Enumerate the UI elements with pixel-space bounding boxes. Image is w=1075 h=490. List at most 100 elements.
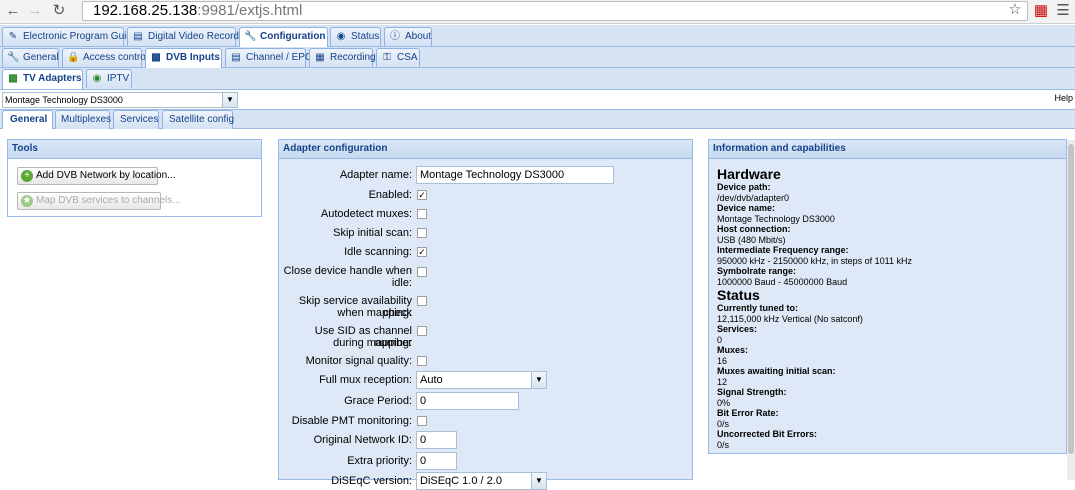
- sr-range-label: Symbolrate range:: [717, 266, 797, 276]
- chevron-down-icon[interactable]: ▼: [531, 372, 546, 388]
- tab-label: CSA: [397, 52, 418, 63]
- tab-label: Satellite config: [169, 114, 235, 125]
- adapter-name-input[interactable]: Montage Technology DS3000: [416, 166, 614, 184]
- menu-icon[interactable]: ☰: [1054, 2, 1072, 20]
- tab-access-control[interactable]: 🔒 Access control: [62, 48, 148, 67]
- url-host: 192.168.25.138: [93, 2, 198, 19]
- grace-period-input[interactable]: 0: [416, 392, 519, 410]
- signal-value: 0%: [717, 398, 731, 408]
- sr-range-value: 1000000 Baud - 45000000 Baud: [717, 277, 848, 287]
- add-dvb-network-button[interactable]: + Add DVB Network by location...: [17, 167, 176, 185]
- reload-icon[interactable]: ↻: [50, 2, 68, 20]
- unc-value: 0/s: [717, 440, 730, 450]
- device-path-value: /dev/dvb/adapter0: [717, 193, 790, 203]
- main-tab-bar: ✎ Electronic Program Guide ▤ Digital Video…: [0, 25, 1075, 47]
- close-handle-label-2: idle:: [391, 277, 412, 289]
- tab-adapter-general[interactable]: General: [2, 110, 53, 129]
- tab-about[interactable]: ⓘ About: [384, 27, 432, 46]
- tab-label: About: [405, 31, 432, 42]
- help-link[interactable]: Help: [1054, 93, 1073, 103]
- monitor-label: Monitor signal quality:: [305, 355, 412, 367]
- extra-priority-input[interactable]: 0: [416, 452, 457, 470]
- full-mux-select[interactable]: Auto ▼: [416, 371, 547, 389]
- signal-label: Signal Strength:: [717, 387, 787, 397]
- tab-label: Channel / EPG: [246, 52, 313, 63]
- muxes-label: Muxes:: [717, 345, 749, 355]
- button-label: Map DVB services to channels...: [36, 195, 181, 206]
- tab-label: Multiplexes: [61, 114, 112, 125]
- full-mux-value: Auto: [420, 374, 443, 386]
- tools-title: Tools: [8, 140, 261, 159]
- tab-dvr[interactable]: ▤ Digital Video Recorder: [127, 27, 248, 46]
- hardware-heading: Hardware: [717, 166, 781, 182]
- chevron-down-icon[interactable]: ▼: [222, 93, 237, 107]
- host-conn-value: USB (480 Mbit/s): [717, 235, 786, 245]
- device-path-label: Device path:: [717, 182, 771, 192]
- tab-label: Digital Video Recorder: [148, 31, 248, 42]
- skip-scan-checkbox[interactable]: [417, 228, 427, 238]
- use-sid-checkbox[interactable]: [417, 326, 427, 336]
- tab-label: Recording: [330, 52, 376, 63]
- ber-value: 0/s: [717, 419, 730, 429]
- scrollbar-thumb[interactable]: [1068, 144, 1074, 454]
- tools-panel: Tools + Add DVB Network by location... ★ M…: [7, 139, 262, 217]
- diseqc-select[interactable]: DiSEqC 1.0 / 2.0 ▼: [416, 472, 547, 490]
- onid-input[interactable]: 0: [416, 431, 457, 449]
- tab-label: Services: [120, 114, 159, 125]
- key-icon: ⚿: [383, 52, 391, 63]
- iptv-icon: ◉: [92, 73, 102, 84]
- tab-channel-epg[interactable]: ▤ Channel / EPG: [225, 48, 313, 67]
- page-scrollbar[interactable]: [1067, 140, 1075, 480]
- tab-label: Electronic Program Guide: [23, 31, 138, 42]
- tab-iptv[interactable]: ◉ IPTV: [86, 69, 132, 88]
- tab-configuration[interactable]: 🔧 Configuration: [239, 27, 328, 47]
- skip-avail-label-2: when mapping:: [337, 307, 412, 319]
- url-path: :9981/extjs.html: [197, 2, 303, 19]
- unc-label: Uncorrected Bit Errors:: [717, 429, 818, 439]
- tab-general[interactable]: 🔧 General: [2, 48, 59, 67]
- tab-multiplexes[interactable]: Multiplexes: [55, 110, 112, 129]
- wrench-icon: 🔧: [7, 52, 20, 63]
- address-bar[interactable]: 192.168.25.138:9981/extjs.html: [82, 1, 1028, 21]
- autodetect-checkbox[interactable]: [417, 209, 427, 219]
- awaiting-value: 12: [717, 377, 728, 387]
- skip-avail-checkbox[interactable]: [417, 296, 427, 306]
- tuned-value: 12,115,000 kHz Vertical (No satconf): [717, 314, 863, 324]
- map-services-button[interactable]: ★ Map DVB services to channels...: [17, 192, 181, 210]
- tab-label: DVB Inputs: [166, 52, 220, 63]
- tab-recording[interactable]: ▦ Recording: [309, 48, 376, 67]
- idle-scan-checkbox[interactable]: ✓: [417, 247, 427, 257]
- tab-status[interactable]: ◉ Status: [330, 27, 381, 46]
- back-arrow-icon[interactable]: ←: [4, 2, 22, 20]
- star-icon[interactable]: ☆: [1006, 1, 1024, 19]
- forward-arrow-icon[interactable]: →: [26, 2, 44, 20]
- disable-pmt-checkbox[interactable]: [417, 416, 427, 426]
- adapter-name-label: Adapter name:: [339, 169, 412, 181]
- tab-label: TV Adapters: [23, 73, 82, 84]
- adapter-config-title: Adapter configuration: [279, 140, 692, 159]
- diseqc-label: DiSEqC version:: [331, 475, 412, 487]
- tab-epg[interactable]: ✎ Electronic Program Guide: [2, 27, 138, 46]
- tab-csa[interactable]: ⚿ CSA: [376, 48, 420, 67]
- dvb-icon: ▩: [151, 52, 161, 63]
- skip-scan-label: Skip initial scan:: [333, 227, 412, 239]
- adapter-select-value: Montage Technology DS3000: [5, 95, 123, 105]
- browser-toolbar: ← → ↻ 192.168.25.138:9981/extjs.html ☆ ▦…: [0, 0, 1075, 24]
- tab-dvb-inputs[interactable]: ▩ DVB Inputs: [145, 48, 222, 68]
- enabled-label: Enabled:: [368, 189, 412, 201]
- pdf-extension-icon[interactable]: ▦: [1032, 2, 1050, 20]
- tab-services[interactable]: Services: [113, 110, 159, 129]
- monitor-checkbox[interactable]: [417, 356, 427, 366]
- idle-scan-label: Idle scanning:: [344, 246, 412, 258]
- adapter-select[interactable]: Montage Technology DS3000 ▼: [2, 92, 238, 108]
- channel-icon: ▤: [231, 52, 241, 63]
- tab-tv-adapters[interactable]: ▩ TV Adapters: [2, 69, 83, 89]
- enabled-checkbox[interactable]: ✓: [417, 190, 427, 200]
- chevron-down-icon[interactable]: ▼: [531, 473, 546, 489]
- wrench-icon: 🔧: [244, 31, 257, 42]
- adapter-toolbar: Montage Technology DS3000 ▼ Help: [0, 90, 1075, 110]
- status-heading: Status: [717, 287, 760, 303]
- tab-satellite-config[interactable]: Satellite config: [162, 110, 235, 129]
- close-handle-checkbox[interactable]: [417, 267, 427, 277]
- full-mux-label: Full mux reception:: [319, 374, 412, 386]
